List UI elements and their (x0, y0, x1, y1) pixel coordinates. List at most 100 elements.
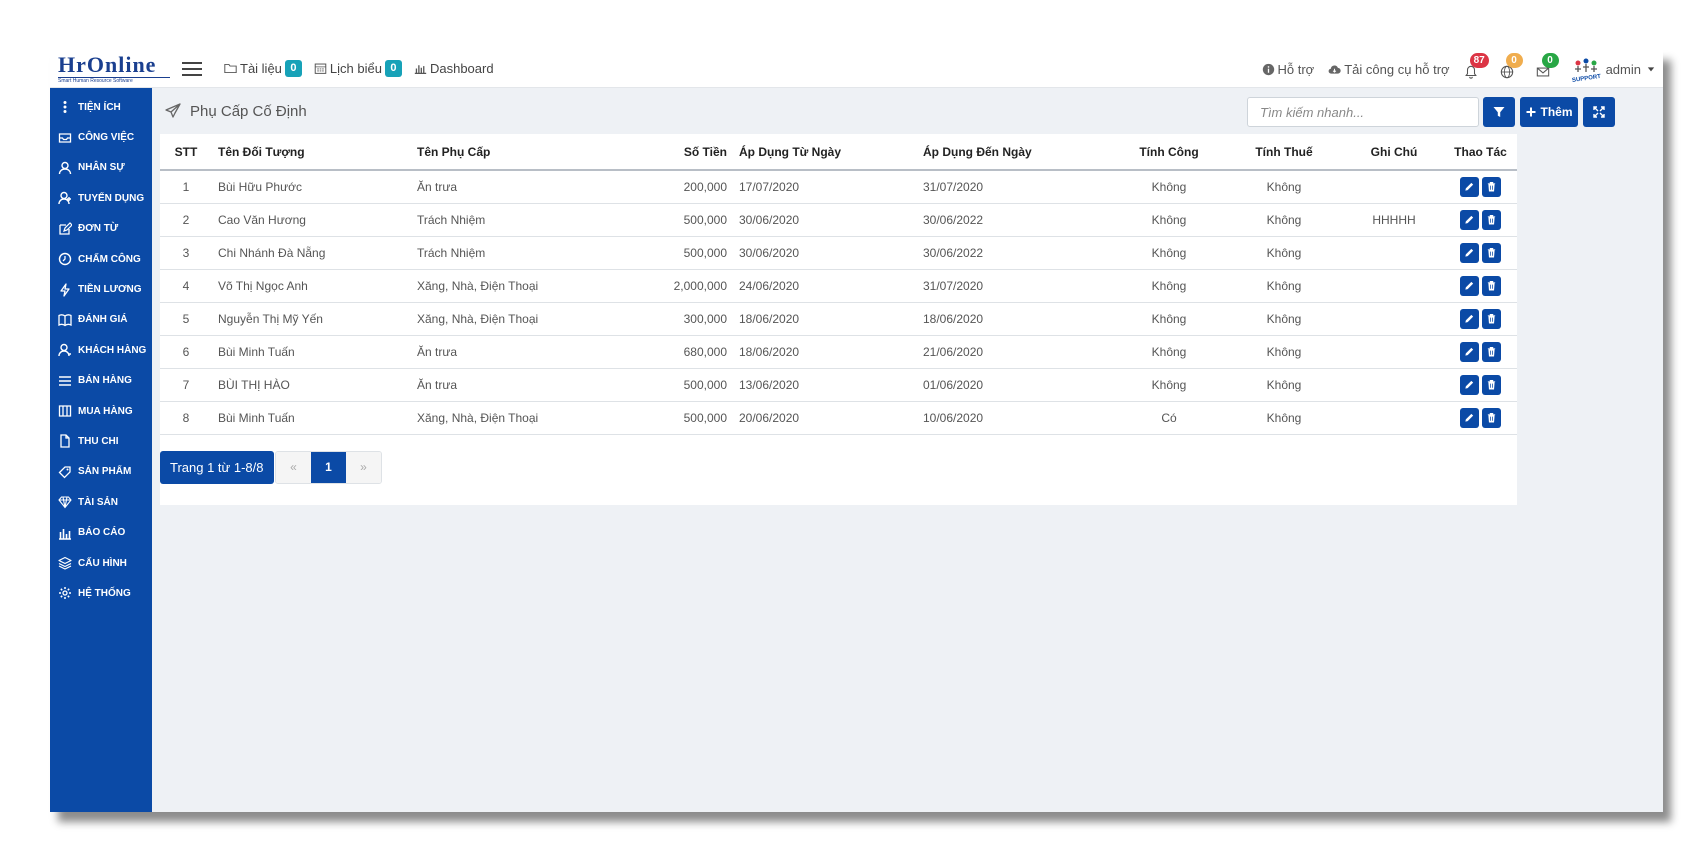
cell-from: 20/06/2020 (733, 401, 917, 435)
user-menu[interactable]: SUPPORT admin (1571, 57, 1655, 84)
pagination-row: Trang 1 từ 1-8/8 « 1 » (160, 435, 1517, 505)
notifications-mail[interactable]: 0 (1536, 53, 1559, 79)
nav-dashboard[interactable]: Dashboard (414, 61, 494, 76)
delete-button[interactable] (1482, 176, 1501, 197)
col-amount[interactable]: Số Tiền (585, 134, 733, 171)
sidebar-item-inbox[interactable]: Công việc (50, 122, 152, 152)
col-work[interactable]: Tính Công (1114, 134, 1224, 171)
support-avatar-icon: SUPPORT (1571, 57, 1601, 84)
cell-note: HHHHH (1344, 203, 1444, 237)
book-icon (58, 314, 72, 327)
trash-icon (1487, 215, 1496, 225)
notifications-globe[interactable]: 0 (1500, 53, 1523, 79)
edit-button[interactable] (1460, 209, 1479, 230)
edit-button[interactable] (1460, 374, 1479, 395)
allowance-table: STT Tên Đối Tượng Tên Phụ Cấp Số Tiền Áp… (160, 134, 1517, 435)
table-row[interactable]: 2 Cao Văn Hương Trách Nhiệm 500,000 30/06/20… (160, 203, 1517, 237)
edit-button[interactable] (1460, 341, 1479, 362)
cell-tax: Không (1224, 203, 1344, 237)
table-row[interactable]: 3 Chi Nhánh Đà Nẵng Trách Nhiệm 500,000 30/0… (160, 236, 1517, 270)
edit-button[interactable] (1460, 308, 1479, 329)
table-row[interactable]: 6 Bùi Minh Tuấn Ăn trưa 680,000 18/06/2020 21… (160, 335, 1517, 369)
sidebar-item-user-plus[interactable]: Tuyển dụng (50, 183, 152, 213)
nav-calendar[interactable]: Lịch biểu 0 (314, 60, 402, 77)
col-tax[interactable]: Tính Thuế (1224, 134, 1344, 171)
fullscreen-button[interactable] (1583, 97, 1615, 127)
table-row[interactable]: 4 Võ Thị Ngọc Anh Xăng, Nhà, Điện Thoại 2,0… (160, 269, 1517, 303)
pagination-current[interactable]: 1 (311, 451, 346, 483)
col-note[interactable]: Ghi Chú (1344, 134, 1444, 171)
delete-button[interactable] (1482, 308, 1501, 329)
sidebar-item-user[interactable]: Nhân sự (50, 153, 152, 183)
delete-button[interactable] (1482, 242, 1501, 263)
delete-button[interactable] (1482, 374, 1501, 395)
cell-from: 18/06/2020 (733, 302, 917, 336)
cell-work: Không (1114, 368, 1224, 402)
sidebar-item-dots-vertical[interactable]: Tiện ích (50, 92, 152, 122)
sidebar-item-customer[interactable]: Khách hàng (50, 335, 152, 365)
pagination-prev[interactable]: « (276, 451, 311, 483)
support-link[interactable]: Hỗ trợ (1262, 62, 1314, 77)
add-label: Thêm (1540, 105, 1573, 119)
file-icon (60, 434, 70, 449)
col-name[interactable]: Tên Đối Tượng (212, 134, 411, 171)
cell-tax: Không (1224, 368, 1344, 402)
sidebar-item-chart[interactable]: Báo cáo (50, 517, 152, 547)
sidebar-item-layers[interactable]: Cấu hình (50, 548, 152, 578)
pencil-icon (1465, 413, 1474, 422)
sidebar-item-edit[interactable]: Đơn từ (50, 214, 152, 244)
delete-button[interactable] (1482, 407, 1501, 428)
col-to[interactable]: Áp Dụng Đến Ngày (917, 134, 1114, 171)
sidebar-item-label: Hệ thống (78, 587, 131, 599)
cell-from: 30/06/2020 (733, 203, 917, 237)
delete-button[interactable] (1482, 209, 1501, 230)
cell-to: 01/06/2020 (917, 368, 1114, 402)
menu-toggle-icon[interactable] (182, 61, 202, 76)
table-row[interactable]: 5 Nguyễn Thị Mỹ Yến Xăng, Nhà, Điện Thoại 3… (160, 302, 1517, 336)
cell-from: 30/06/2020 (733, 236, 917, 270)
delete-button[interactable] (1482, 341, 1501, 362)
notifications-bell[interactable]: 87 (1464, 53, 1489, 79)
bell-badge: 87 (1469, 53, 1489, 68)
table-row[interactable]: 1 Bùi Hữu Phước Ăn trưa 200,000 17/07/2020 31… (160, 170, 1517, 204)
sidebar-item-list[interactable]: Bán hàng (50, 366, 152, 396)
cell-tax: Không (1224, 401, 1344, 435)
download-tool-link[interactable]: Tải công cụ hỗ trợ (1328, 62, 1450, 77)
sidebar-item-bolt[interactable]: Tiền lương (50, 274, 152, 304)
sidebar-item-gear[interactable]: Hệ thống (50, 578, 152, 608)
cell-note (1344, 302, 1444, 336)
filter-button[interactable] (1483, 97, 1515, 127)
cell-to: 30/06/2022 (917, 203, 1114, 237)
edit-button[interactable] (1460, 242, 1479, 263)
edit-button[interactable] (1460, 407, 1479, 428)
nav-documents-label: Tài liệu (240, 61, 282, 76)
add-button[interactable]: Thêm (1520, 97, 1578, 127)
edit-button[interactable] (1460, 275, 1479, 296)
sidebar-item-file[interactable]: Thu chi (50, 426, 152, 456)
pagination-next[interactable]: » (346, 451, 381, 483)
col-stt[interactable]: STT (160, 134, 212, 171)
delete-button[interactable] (1482, 275, 1501, 296)
sidebar-item-diamond[interactable]: Tài sản (50, 487, 152, 517)
col-from[interactable]: Áp Dụng Từ Ngày (733, 134, 917, 171)
logo[interactable]: HrOnline Smart Human Resource Software (58, 50, 170, 88)
edit-button[interactable] (1460, 176, 1479, 197)
cell-note (1344, 269, 1444, 303)
cell-allowance: Ăn trưa (411, 368, 585, 402)
cell-work: Không (1114, 269, 1224, 303)
sidebar-item-clock[interactable]: Chấm công (50, 244, 152, 274)
table-row[interactable]: 8 Bùi Minh Tuấn Xăng, Nhà, Điện Thoại 500,0… (160, 401, 1517, 435)
table-body: 1 Bùi Hữu Phước Ăn trưa 200,000 17/07/2020 31… (160, 170, 1517, 435)
table-row[interactable]: 7 BÙI THỊ HÀO Ăn trưa 500,000 13/06/2020 01/0… (160, 368, 1517, 402)
sidebar-item-tag[interactable]: Sản phẩm (50, 457, 152, 487)
clock-icon (58, 252, 72, 266)
cell-actions (1444, 368, 1517, 402)
sidebar-item-columns[interactable]: Mua hàng (50, 396, 152, 426)
sidebar-item-label: Công việc (78, 132, 135, 144)
search-input[interactable] (1247, 97, 1479, 127)
col-allowance[interactable]: Tên Phụ Cấp (411, 134, 585, 171)
nav-documents[interactable]: Tài liệu 0 (224, 60, 302, 77)
cell-stt: 2 (160, 203, 212, 237)
cell-from: 17/07/2020 (733, 170, 917, 204)
sidebar-item-book[interactable]: Đánh giá (50, 305, 152, 335)
